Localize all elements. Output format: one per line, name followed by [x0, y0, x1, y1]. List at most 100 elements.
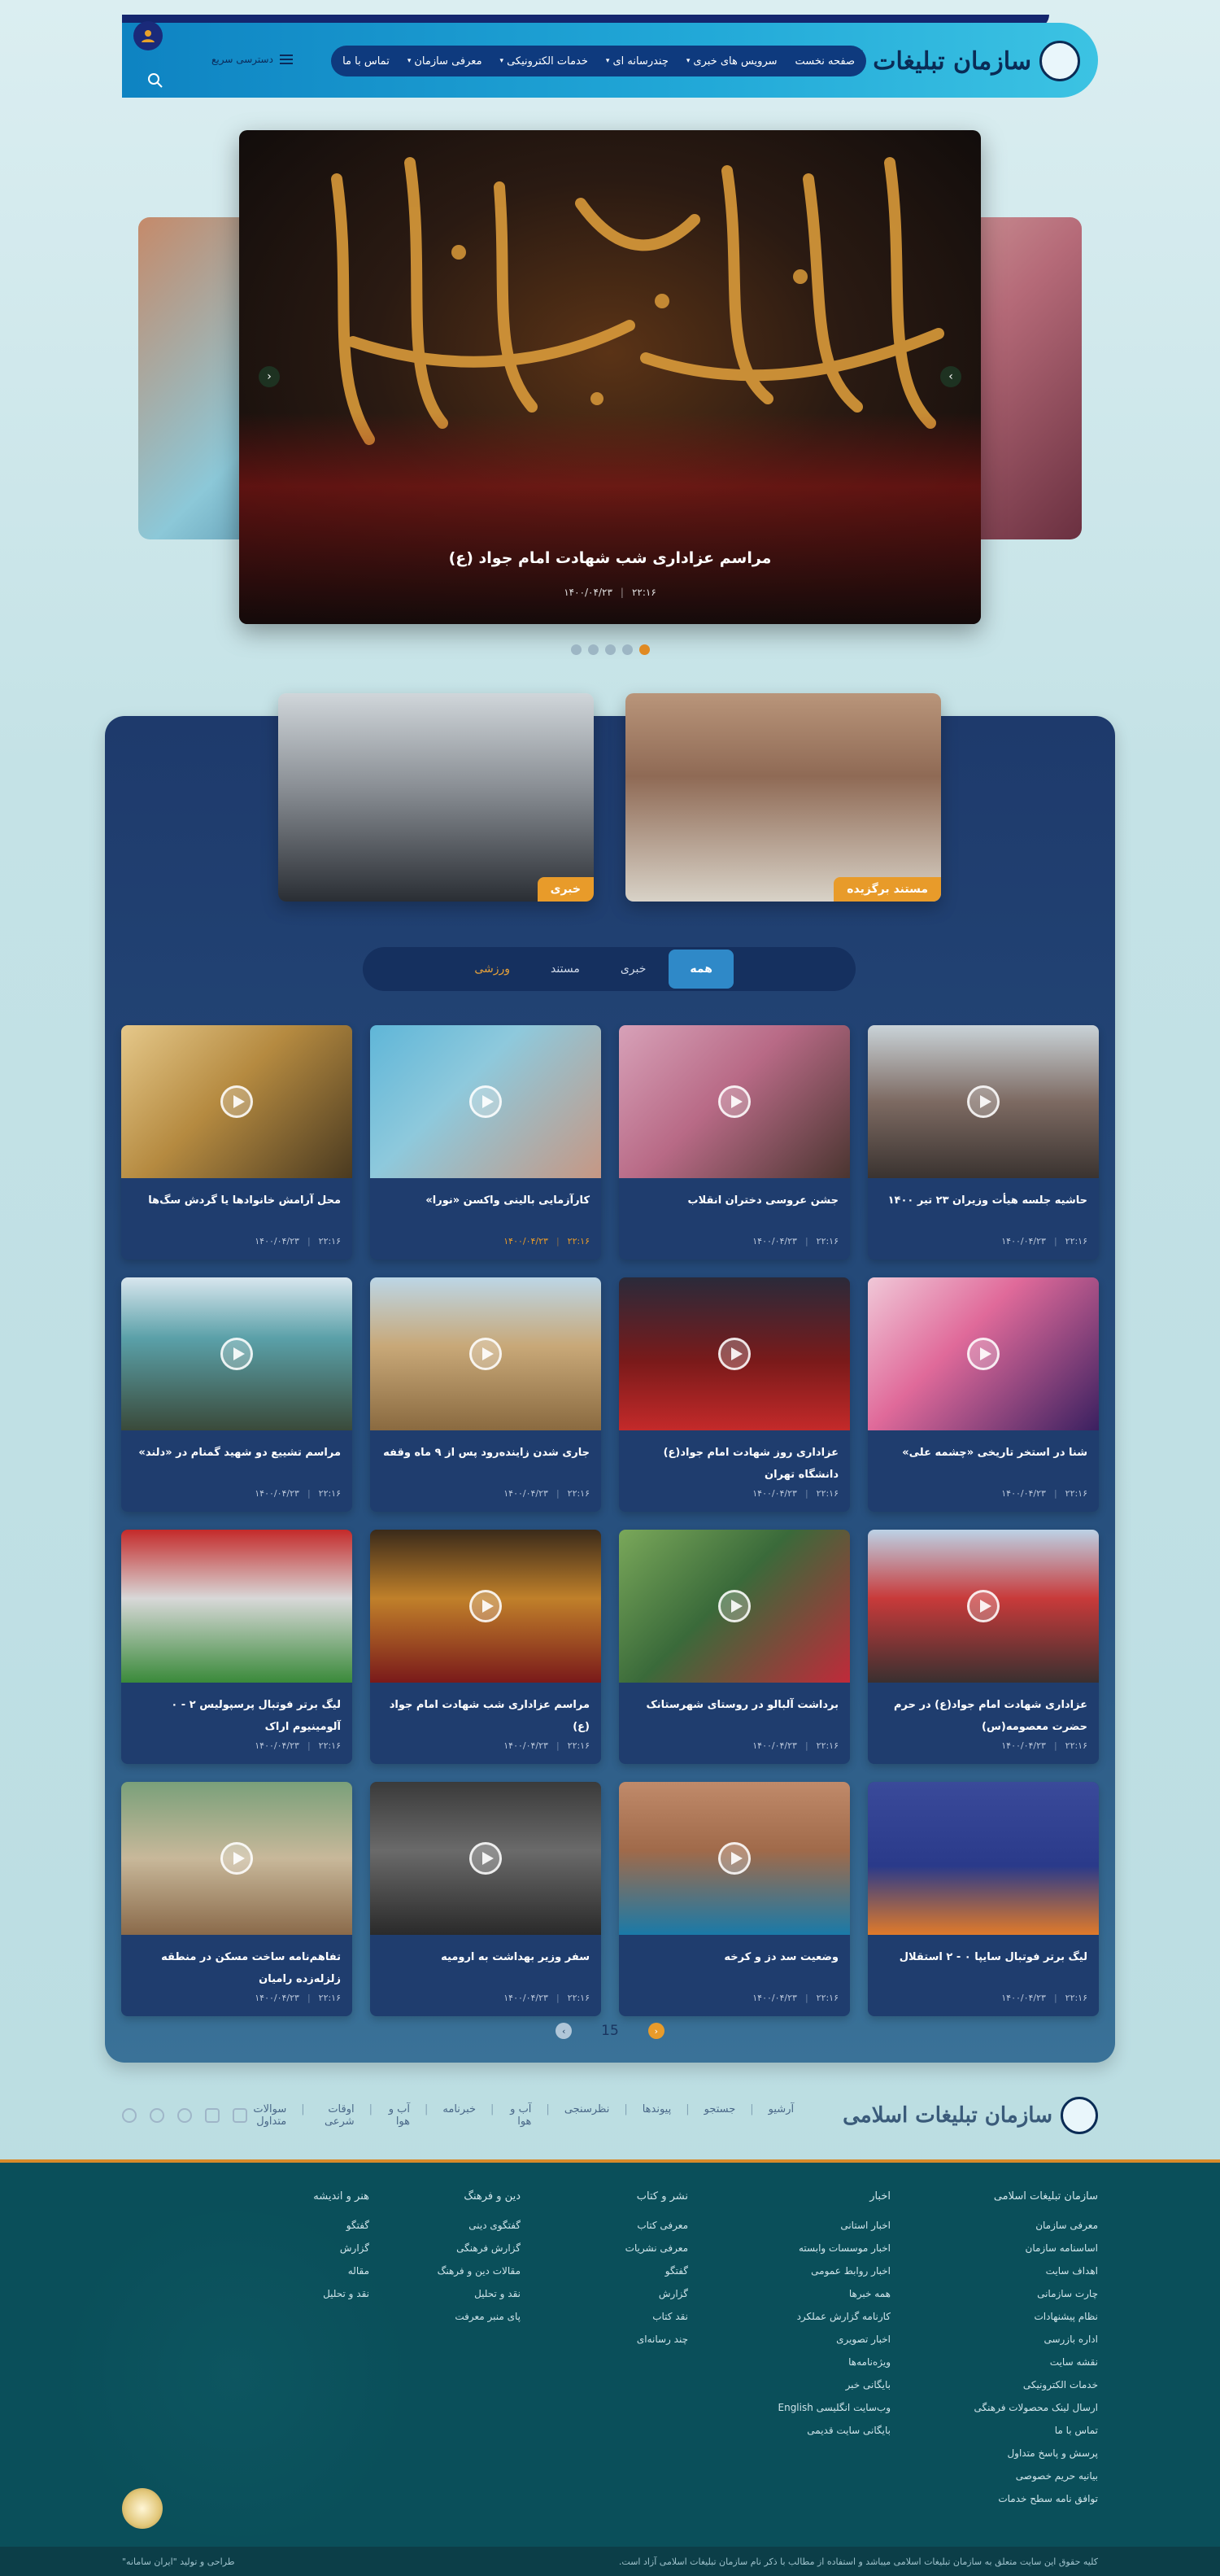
- footer-col-link[interactable]: وب‌سایت انگلیسی English: [728, 2396, 891, 2419]
- card-thumbnail[interactable]: [868, 1277, 1099, 1430]
- play-icon[interactable]: [718, 1842, 751, 1875]
- media-card[interactable]: جشن عروسی دختران انقلاب ۲۲:۱۶ | ۱۴۰۰/۰۴/۲۳: [619, 1025, 850, 1260]
- footer-col-link[interactable]: اساسنامه سازمان: [935, 2237, 1098, 2259]
- footer-col-link[interactable]: گزارش: [525, 2282, 688, 2305]
- card-thumbnail[interactable]: [121, 1025, 352, 1178]
- card-thumbnail[interactable]: [370, 1782, 601, 1935]
- site-logo[interactable]: سازمان تبلیغات اسلامی: [789, 33, 1080, 90]
- hero-slide[interactable]: ‹ › مراسم عزاداری شب شهادت امام جواد (ع)…: [239, 130, 981, 624]
- media-card[interactable]: سفر وزیر بهداشت به ارومیه ۲۲:۱۶ | ۱۴۰۰/۰۴/۲…: [370, 1782, 601, 2016]
- card-thumbnail[interactable]: [619, 1025, 850, 1178]
- footer-col-link[interactable]: توافق نامه سطح خدمات: [935, 2487, 1098, 2510]
- footer-col-link[interactable]: مقاله: [207, 2259, 369, 2282]
- card-thumbnail[interactable]: [868, 1025, 1099, 1178]
- play-icon[interactable]: [469, 1085, 502, 1118]
- designer-credit[interactable]: طراحی و تولید "ایران سامانه": [122, 2556, 235, 2567]
- card-thumbnail[interactable]: [868, 1782, 1099, 1935]
- nav-home[interactable]: صفحه نخست: [795, 55, 855, 68]
- card-title[interactable]: جشن عروسی دختران انقلاب: [619, 1178, 850, 1212]
- footer-logo[interactable]: سازمان تبلیغات اسلامی: [843, 2097, 1098, 2134]
- card-title[interactable]: سفر وزیر بهداشت به ارومیه: [370, 1935, 601, 1968]
- footer-col-link[interactable]: اخبار روابط عمومی: [728, 2259, 891, 2282]
- footer-col-link[interactable]: گفتگو: [207, 2214, 369, 2237]
- play-icon[interactable]: [469, 1590, 502, 1622]
- pager-prev-icon[interactable]: ‹: [556, 2023, 573, 2039]
- card-thumbnail[interactable]: [370, 1530, 601, 1683]
- carousel-dot-active[interactable]: [638, 644, 650, 655]
- media-card[interactable]: عزاداری روز شهادت امام جواد(ع) دانشگاه ت…: [619, 1277, 850, 1512]
- card-thumbnail[interactable]: [370, 1025, 601, 1178]
- play-icon[interactable]: [469, 1842, 502, 1875]
- footer-col-link[interactable]: گفتگو: [525, 2259, 688, 2282]
- instagram-icon[interactable]: [205, 2108, 220, 2123]
- telegram-icon[interactable]: [177, 2108, 192, 2123]
- carousel-dot[interactable]: [570, 644, 582, 655]
- card-title[interactable]: وضعیت سد دز و کرخه: [619, 1935, 850, 1968]
- card-title[interactable]: کارآزمایی بالینی واکسن «نورا»: [370, 1178, 601, 1212]
- play-icon[interactable]: [967, 1085, 1000, 1118]
- footer-col-link[interactable]: ویژه‌نامه‌ها: [728, 2351, 891, 2373]
- footer-col-link[interactable]: نقد و تحلیل: [358, 2282, 521, 2305]
- nav-e-services[interactable]: خدمات الکترونیکی ▾: [500, 55, 588, 68]
- footer-col-link[interactable]: اهداف سایت: [935, 2259, 1098, 2282]
- media-card[interactable]: تفاهم‌نامه ساخت مسکن در منطقه زلزله‌زده …: [121, 1782, 352, 2016]
- card-thumbnail[interactable]: [121, 1277, 352, 1430]
- footer-col-link[interactable]: همه خبرها: [728, 2282, 891, 2305]
- card-title[interactable]: عزاداری روز شهادت امام جواد(ع) دانشگاه ت…: [619, 1430, 850, 1486]
- footer-link[interactable]: خبرنامه: [442, 2103, 476, 2128]
- card-thumbnail[interactable]: [370, 1277, 601, 1430]
- card-title[interactable]: لیگ برتر فوتبال پرسپولیس ۲ - ۰ آلومینیوم…: [121, 1683, 352, 1738]
- footer-col-link[interactable]: ارسال لینک محصولات فرهنگی: [935, 2396, 1099, 2419]
- tab-sport[interactable]: ورزشی: [456, 953, 528, 985]
- rss-icon[interactable]: [122, 2108, 137, 2123]
- card-thumbnail[interactable]: [121, 1530, 352, 1683]
- footer-col-link[interactable]: بایگانی خبر: [728, 2373, 891, 2396]
- twitter-icon[interactable]: [150, 2108, 164, 2123]
- footer-link[interactable]: نظرسنجی: [564, 2103, 610, 2128]
- footer-col-link[interactable]: پای منبر معرفت: [358, 2305, 521, 2328]
- footer-link[interactable]: آب و هوا: [508, 2103, 531, 2128]
- card-title[interactable]: جاری شدن زاینده‌رود پس از ۹ ماه وقفه: [370, 1430, 601, 1464]
- footer-col-link[interactable]: معرفی کتاب: [525, 2214, 688, 2237]
- footer-link[interactable]: اوقات شرعی: [320, 2103, 355, 2128]
- play-icon[interactable]: [718, 1085, 751, 1118]
- user-icon[interactable]: [133, 21, 163, 50]
- quick-access-button[interactable]: دسترسی سریع: [211, 54, 293, 65]
- play-icon[interactable]: [967, 1338, 1000, 1370]
- footer-col-link[interactable]: تماس با ما: [935, 2419, 1098, 2442]
- media-card[interactable]: مراسم عزاداری شب شهادت امام جواد (ع) ۲۲:۱…: [370, 1530, 601, 1764]
- footer-col-link[interactable]: بیانیه حریم خصوصی: [935, 2465, 1098, 2487]
- carousel-dot[interactable]: [604, 644, 616, 655]
- tab-documentary[interactable]: مستند: [533, 953, 598, 985]
- card-title[interactable]: حاشیه جلسه هیأت وزیران ۲۳ تیر ۱۴۰۰: [868, 1178, 1099, 1212]
- footer-col-link[interactable]: اداره بازرسی: [935, 2328, 1098, 2351]
- play-icon[interactable]: [220, 1085, 253, 1118]
- media-card[interactable]: مراسم تشییع دو شهید گمنام در «دلند» ۲۲:۱۶…: [121, 1277, 352, 1512]
- footer-col-link[interactable]: کارنامه گزارش عملکرد: [728, 2305, 891, 2328]
- footer-col-link[interactable]: گزارش فرهنگی: [358, 2237, 521, 2259]
- card-title[interactable]: عزاداری شهادت امام جواد(ع) در حرم حضرت م…: [868, 1683, 1099, 1738]
- carousel-dot[interactable]: [621, 644, 633, 655]
- tab-news[interactable]: خبری: [603, 953, 664, 985]
- footer-col-link[interactable]: نقد و تحلیل: [207, 2282, 369, 2305]
- trust-seal-icon[interactable]: [122, 2488, 163, 2529]
- footer-col-link[interactable]: اخبار استانی: [728, 2214, 891, 2237]
- nav-multimedia[interactable]: چندرسانه ای ▾: [606, 55, 669, 68]
- media-card[interactable]: برداشت آلبالو در روستای شهرستانک ۲۲:۱۶ | ۱۴…: [619, 1530, 850, 1764]
- card-thumbnail[interactable]: [121, 1782, 352, 1935]
- play-icon[interactable]: [967, 1590, 1000, 1622]
- carousel-prev-arrow-icon[interactable]: ‹: [259, 366, 280, 387]
- footer-col-link[interactable]: اخبار تصویری: [728, 2328, 891, 2351]
- card-title[interactable]: مراسم تشییع دو شهید گمنام در «دلند»: [121, 1430, 352, 1464]
- card-thumbnail[interactable]: [619, 1782, 850, 1935]
- card-title[interactable]: مراسم عزاداری شب شهادت امام جواد (ع): [370, 1683, 601, 1738]
- hero-caption[interactable]: مراسم عزاداری شب شهادت امام جواد (ع): [239, 549, 981, 567]
- footer-col-link[interactable]: نقشه سایت: [935, 2351, 1098, 2373]
- featured-news-card[interactable]: خبری: [278, 693, 594, 902]
- media-card[interactable]: کارآزمایی بالینی واکسن «نورا» ۲۲:۱۶ | ۱۴۰۰/…: [370, 1025, 601, 1260]
- carousel-next-arrow-icon[interactable]: ›: [940, 366, 961, 387]
- footer-col-link[interactable]: پرسش و پاسخ متداول: [935, 2442, 1098, 2465]
- card-thumbnail[interactable]: [619, 1530, 850, 1683]
- footer-col-link[interactable]: اخبار موسسات وابسته: [728, 2237, 891, 2259]
- tab-all[interactable]: همه: [669, 950, 734, 989]
